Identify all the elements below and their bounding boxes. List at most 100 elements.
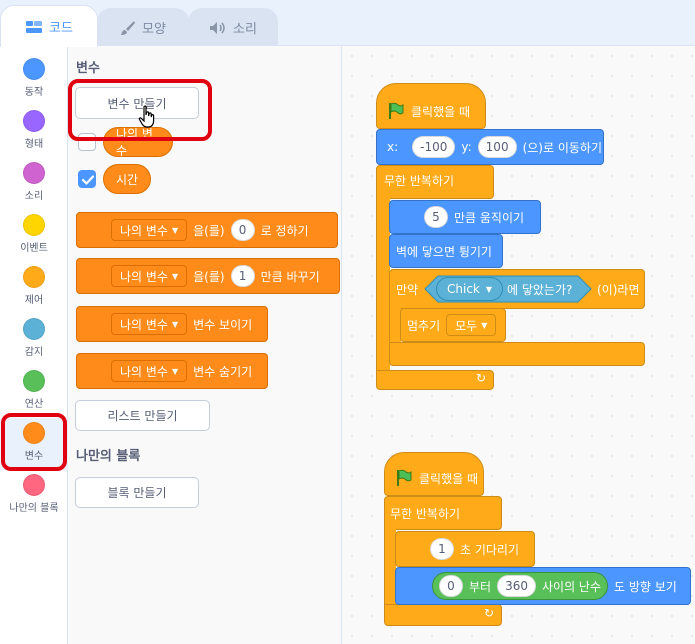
stop-block[interactable]: 멈추기 모두 ▼ bbox=[400, 308, 506, 342]
change-block-text1: 을(를) bbox=[193, 269, 225, 284]
x-label: x: bbox=[387, 140, 399, 154]
touching-object-label: Chick bbox=[447, 282, 480, 296]
brush-icon bbox=[120, 20, 136, 36]
variables-section-title: 변수 bbox=[76, 61, 100, 76]
when-flag-clicked-label: 클릭했을 때 bbox=[411, 104, 471, 119]
touching-label: 에 닿았는가? bbox=[507, 283, 573, 297]
forever-arm bbox=[376, 197, 390, 375]
point-in-direction-suffix: 도 방향 보기 bbox=[614, 579, 677, 594]
make-block-button[interactable]: 블록 만들기 bbox=[75, 477, 199, 508]
loop-arrow-icon: ↻ bbox=[484, 606, 495, 620]
category-operators[interactable]: 연산 bbox=[0, 366, 68, 418]
caret-down-icon: ▼ bbox=[171, 225, 179, 235]
timer-reporter[interactable]: 시간 bbox=[103, 164, 152, 194]
caret-down-icon: ▼ bbox=[485, 284, 493, 294]
caret-down-icon: ▼ bbox=[481, 320, 488, 330]
random-from-label: 부터 bbox=[469, 579, 492, 594]
category-my-blocks[interactable]: 나만의 블록 bbox=[0, 470, 68, 522]
variable-dropdown[interactable]: 나의 변수 ▼ bbox=[111, 265, 188, 287]
category-motion-dot bbox=[23, 58, 45, 80]
pick-random-block[interactable]: 0 부터 360 사이의 난수 bbox=[432, 572, 609, 600]
tab-code-label: 코드 bbox=[49, 21, 73, 36]
stop-label: 멈추기 bbox=[407, 318, 441, 333]
set-block-text2: 로 정하기 bbox=[260, 223, 309, 238]
category-my-blocks-dot bbox=[23, 474, 45, 496]
change-variable-block[interactable]: 나의 변수 ▼ 을(를) 1 만큼 바꾸기 bbox=[76, 258, 340, 294]
wait-seconds-input[interactable]: 1 bbox=[430, 538, 454, 560]
if-suffix: (이)라면 bbox=[597, 283, 640, 297]
when-flag-clicked-hat-block-2[interactable]: 클릭했을 때 bbox=[384, 452, 484, 496]
my-variable-checkbox[interactable] bbox=[78, 133, 96, 151]
category-looks[interactable]: 형태 bbox=[0, 106, 68, 158]
variable-dropdown[interactable]: 나의 변수 ▼ bbox=[111, 313, 188, 335]
go-to-suffix: (으)로 이동하기 bbox=[522, 140, 602, 155]
green-flag-icon bbox=[389, 102, 404, 119]
category-control-label: 제어 bbox=[24, 295, 44, 306]
change-value-input[interactable]: 1 bbox=[230, 265, 255, 287]
variable-dropdown[interactable]: 나의 변수 ▼ bbox=[111, 360, 188, 382]
category-variables[interactable]: 변수 bbox=[0, 418, 68, 470]
set-value-input[interactable]: 0 bbox=[230, 219, 255, 241]
bounce-on-edge-label: 벽에 닿으면 튕기기 bbox=[396, 244, 492, 259]
category-sound[interactable]: 소리 bbox=[0, 158, 68, 210]
show-variable-block[interactable]: 나의 변수 ▼ 변수 보이기 bbox=[76, 306, 268, 342]
category-sensing-dot bbox=[23, 318, 45, 340]
category-sound-label: 소리 bbox=[24, 191, 44, 202]
move-steps-label: 만큼 움직이기 bbox=[454, 210, 525, 225]
category-looks-dot bbox=[23, 110, 45, 132]
if-label: 만약 bbox=[396, 283, 419, 297]
my-variable-reporter[interactable]: 나의 변수 bbox=[103, 127, 173, 158]
stop-option-label: 모두 bbox=[455, 318, 478, 333]
move-steps-block[interactable]: 5 만큼 움직이기 bbox=[389, 200, 541, 234]
loop-arrow-icon: ↻ bbox=[476, 371, 487, 385]
category-control-dot bbox=[23, 266, 45, 288]
y-input[interactable]: 100 bbox=[477, 136, 517, 158]
move-steps-input[interactable]: 5 bbox=[424, 206, 448, 228]
random-label: 사이의 난수 bbox=[542, 579, 602, 594]
bounce-on-edge-block[interactable]: 벽에 닿으면 튕기기 bbox=[389, 234, 503, 268]
caret-down-icon: ▼ bbox=[171, 271, 179, 281]
category-motion[interactable]: 동작 bbox=[0, 54, 68, 106]
variable-dropdown-label: 나의 변수 bbox=[120, 269, 168, 284]
go-to-xy-block[interactable]: x: -100 y: 100 (으)로 이동하기 bbox=[376, 129, 604, 165]
touching-object-dropdown[interactable]: Chick ▼ bbox=[436, 277, 504, 301]
category-variables-label: 변수 bbox=[24, 451, 44, 462]
category-variables-dot bbox=[23, 422, 45, 444]
set-block-text1: 을(를) bbox=[193, 223, 225, 238]
code-icon bbox=[25, 20, 43, 34]
set-variable-block[interactable]: 나의 변수 ▼ 을(를) 0 로 정하기 bbox=[76, 212, 338, 248]
category-sensing-label: 감지 bbox=[24, 347, 44, 358]
tab-sounds-label: 소리 bbox=[233, 22, 257, 37]
caret-down-icon: ▼ bbox=[171, 319, 179, 329]
category-sound-dot bbox=[23, 162, 45, 184]
category-events[interactable]: 이벤트 bbox=[0, 210, 68, 262]
variable-dropdown[interactable]: 나의 변수 ▼ bbox=[111, 219, 188, 241]
category-my-blocks-label: 나만의 블록 bbox=[9, 503, 59, 514]
variable-dropdown-label: 나의 변수 bbox=[120, 317, 168, 332]
x-input[interactable]: -100 bbox=[412, 136, 456, 158]
make-list-button[interactable]: 리스트 만들기 bbox=[75, 400, 210, 431]
editor-tab-bar: 코드 모양 소리 bbox=[0, 0, 695, 47]
make-variable-button[interactable]: 변수 만들기 bbox=[75, 87, 199, 119]
y-label: y: bbox=[461, 140, 472, 154]
timer-checkbox[interactable] bbox=[78, 170, 96, 188]
tab-code[interactable]: 코드 bbox=[0, 5, 98, 47]
variable-dropdown-label: 나의 변수 bbox=[120, 364, 168, 379]
category-control[interactable]: 제어 bbox=[0, 262, 68, 314]
random-to-input[interactable]: 360 bbox=[497, 575, 536, 597]
hide-block-text: 변수 숨기기 bbox=[193, 364, 253, 379]
random-from-input[interactable]: 0 bbox=[439, 575, 463, 597]
category-sensing[interactable]: 감지 bbox=[0, 314, 68, 366]
when-flag-clicked-hat-block[interactable]: 클릭했을 때 bbox=[376, 83, 486, 129]
caret-down-icon: ▼ bbox=[171, 366, 179, 376]
point-in-direction-block[interactable]: 0 부터 360 사이의 난수 도 방향 보기 bbox=[395, 567, 691, 605]
wait-seconds-block[interactable]: 1 초 기다리기 bbox=[395, 531, 535, 567]
hide-variable-block[interactable]: 나의 변수 ▼ 변수 숨기기 bbox=[76, 353, 268, 389]
check-icon bbox=[81, 175, 95, 185]
tab-sounds[interactable]: 소리 bbox=[188, 8, 278, 46]
category-events-label: 이벤트 bbox=[20, 243, 48, 254]
forever-label: 무한 반복하기 bbox=[384, 174, 455, 188]
forever-label-2: 무한 반복하기 bbox=[390, 507, 461, 521]
tab-costumes[interactable]: 모양 bbox=[97, 8, 189, 46]
stop-option-dropdown[interactable]: 모두 ▼ bbox=[446, 314, 497, 336]
